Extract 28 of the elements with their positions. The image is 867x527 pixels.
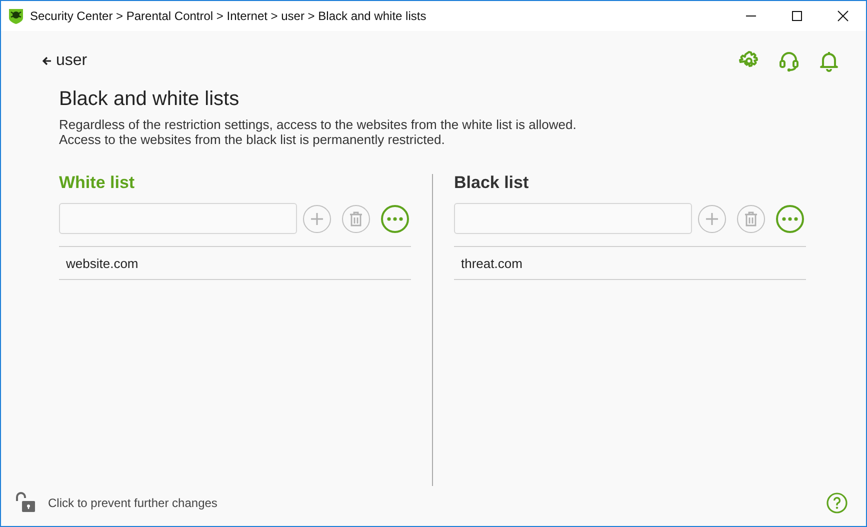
url-input-field[interactable]	[454, 203, 692, 234]
list-item[interactable]: threat.com	[454, 247, 806, 280]
maximize-icon	[791, 10, 803, 22]
headset-icon[interactable]	[778, 50, 800, 72]
back-link[interactable]: user	[42, 52, 88, 70]
window-title: Security Center > Parental Control > Internet > user > Black and white lists	[30, 9, 428, 23]
app-logo-icon	[8, 8, 24, 24]
list-item[interactable]: website.com	[59, 247, 411, 280]
plus-icon	[310, 212, 324, 226]
plus-icon	[705, 212, 719, 226]
trash-icon	[349, 210, 363, 226]
more-icon	[387, 216, 403, 220]
notification-bell-icon[interactable]	[818, 50, 840, 72]
description-text: Regardless of the restriction settings, access to the websites from the white list is allowed.	[59, 117, 578, 132]
url-input-field[interactable]	[59, 203, 297, 234]
unlocked-padlock-icon[interactable]	[15, 492, 37, 514]
help-icon[interactable]	[826, 492, 848, 514]
lock-hint-link[interactable]: Click to prevent further changes	[48, 496, 826, 510]
more-button[interactable]	[776, 204, 804, 232]
more-button[interactable]	[381, 204, 409, 232]
list-title: White list	[59, 173, 136, 194]
more-icon	[782, 216, 798, 220]
description-text: Access to the websites from the black list is permanently restricted.	[59, 132, 446, 147]
close-icon	[837, 10, 849, 22]
page-heading: Black and white lists	[59, 88, 240, 111]
arrow-left-icon	[42, 56, 52, 66]
trash-icon	[744, 210, 758, 226]
list-title: Black list	[454, 173, 530, 194]
